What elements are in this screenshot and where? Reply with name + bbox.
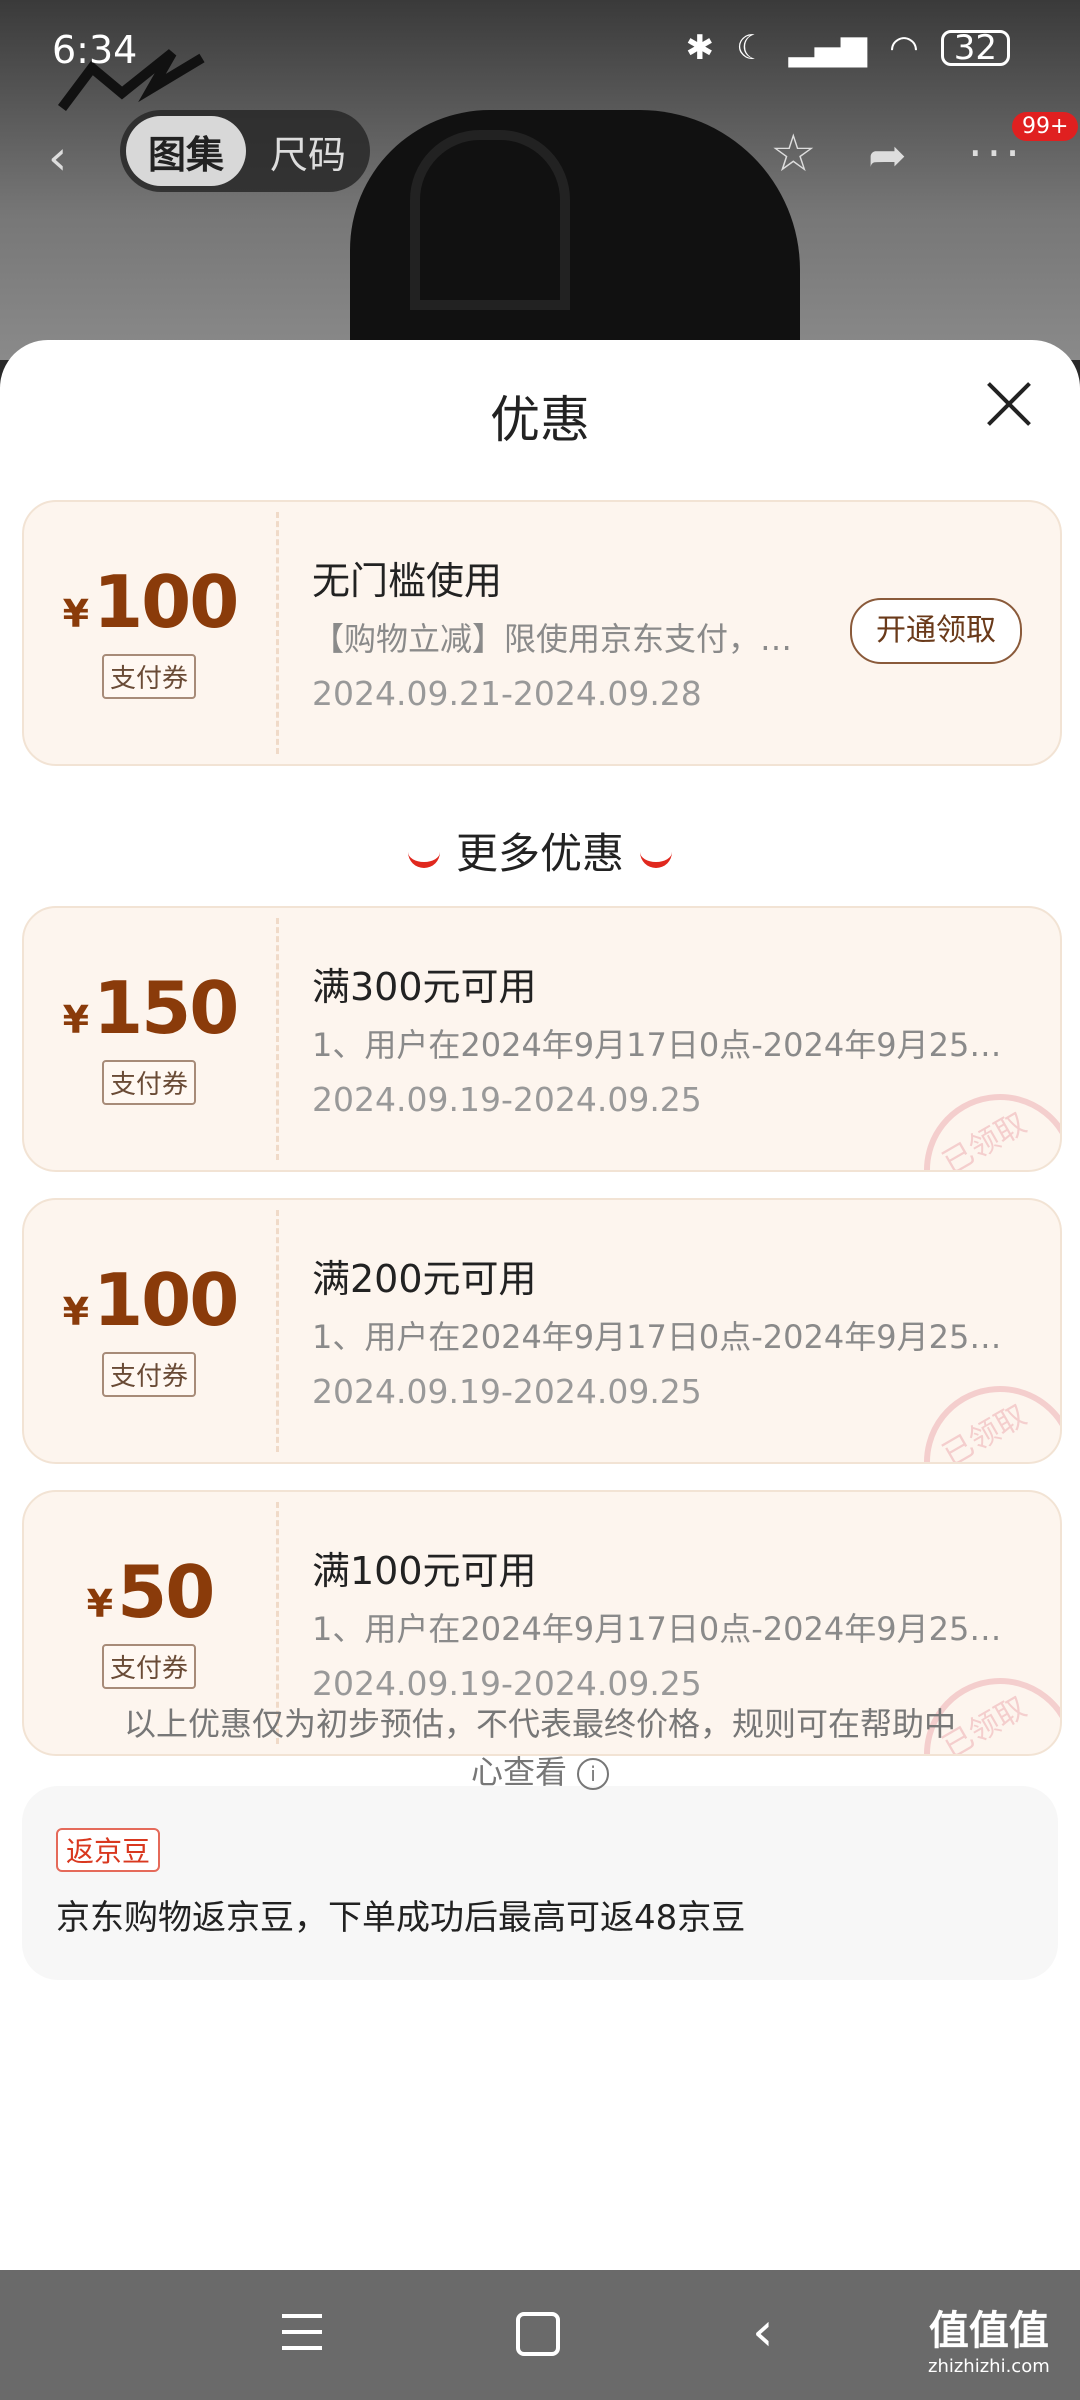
- home-icon[interactable]: [516, 2312, 560, 2356]
- coupon-amount: ¥150: [62, 966, 240, 1050]
- coupon-divider: [276, 1210, 279, 1452]
- coupon-description: 1、用户在2024年9月17日0点-2024年9月25日…: [312, 1026, 1032, 1064]
- coupon-divider: [276, 512, 279, 754]
- coupon-card: ¥100 支付券 满200元可用 1、用户在2024年9月17日0点-2024年…: [22, 1198, 1062, 1464]
- coupon-type-tag: 支付券: [102, 1644, 197, 1689]
- watermark: 值值值 zhizhizhi.com: [928, 2308, 1050, 2377]
- coupon-date-range: 2024.09.19-2024.09.25: [312, 1372, 702, 1411]
- product-top-bar: ‹ 图集 尺码 ☆ ➦ ··· 99+: [0, 110, 1080, 200]
- disclaimer-text: 以上优惠仅为初步预估，不代表最终价格，规则可在帮助中心查看 i: [123, 1705, 956, 1791]
- back-icon[interactable]: ‹: [48, 130, 67, 186]
- status-bar: 6:34 ✱ ☾ ▂▄▆ ◠ 32: [0, 0, 1080, 100]
- coupon-type-tag: 支付券: [102, 1060, 197, 1105]
- coupon-divider: [276, 918, 279, 1160]
- tab-gallery[interactable]: 图集: [126, 116, 246, 186]
- jd-beans-card: 返京豆 京东购物返京豆，下单成功后最高可返48京豆: [22, 1786, 1058, 1980]
- coupon-date-range: 2024.09.19-2024.09.25: [312, 1080, 702, 1119]
- status-time: 6:34: [52, 28, 138, 72]
- sheet-title: 优惠: [490, 391, 590, 449]
- wifi-icon: ◠: [889, 28, 919, 68]
- moon-icon: ☾: [736, 28, 767, 68]
- message-count-badge: 99+: [1012, 112, 1079, 141]
- tab-size[interactable]: 尺码: [246, 124, 370, 179]
- battery-icon: 32: [940, 30, 1010, 66]
- activate-claim-button[interactable]: 开通领取: [850, 598, 1022, 664]
- share-icon[interactable]: ➦: [868, 128, 907, 182]
- signal-icon: ▂▄▆: [788, 28, 868, 68]
- smile-right-icon: [640, 846, 672, 868]
- coupon-card: ¥150 支付券 满300元可用 1、用户在2024年9月17日0点-2024年…: [22, 906, 1062, 1172]
- jd-beans-tag: 返京豆: [56, 1828, 161, 1872]
- coupon-amount: ¥100: [62, 1258, 240, 1342]
- close-icon[interactable]: [984, 380, 1034, 430]
- claimed-stamp: 已领取: [896, 1358, 1060, 1462]
- coupon-type-tag: 支付券: [102, 654, 197, 699]
- discount-sheet: 优惠 ¥100 支付券 无门槛使用 【购物立减】限使用京东支付，… 2024.0…: [0, 340, 1080, 2270]
- menu-icon[interactable]: [282, 2314, 322, 2350]
- coupon-description: 1、用户在2024年9月17日0点-2024年9月25日…: [312, 1610, 1032, 1648]
- info-icon[interactable]: i: [577, 1758, 609, 1790]
- gallery-size-switch: 图集 尺码: [120, 110, 370, 192]
- coupon-condition: 满100元可用: [312, 1549, 537, 1593]
- system-nav-bar: ‹ 值值值 zhizhizhi.com: [0, 2270, 1080, 2400]
- coupon-description: 1、用户在2024年9月17日0点-2024年9月25日…: [312, 1318, 1032, 1356]
- more-discounts-heading: 更多优惠: [0, 820, 1080, 881]
- coupon-condition: 满200元可用: [312, 1257, 537, 1301]
- bluetooth-icon: ✱: [685, 28, 715, 68]
- jd-beans-text: 京东购物返京豆，下单成功后最高可返48京豆: [56, 1898, 746, 1938]
- smile-left-icon: [407, 846, 440, 868]
- coupon-condition: 满300元可用: [312, 965, 537, 1009]
- main-coupon-card: ¥100 支付券 无门槛使用 【购物立减】限使用京东支付，… 2024.09.2…: [22, 500, 1062, 766]
- favorite-star-icon[interactable]: ☆: [770, 124, 817, 184]
- claimed-stamp: 已领取: [896, 1066, 1060, 1170]
- coupon-condition: 无门槛使用: [312, 559, 503, 603]
- coupon-description: 【购物立减】限使用京东支付，…: [312, 620, 793, 658]
- coupon-date-range: 2024.09.21-2024.09.28: [312, 674, 702, 713]
- coupon-amount: ¥50: [86, 1550, 216, 1634]
- back-nav-icon[interactable]: ‹: [752, 2300, 774, 2363]
- coupon-amount: ¥100: [62, 560, 240, 644]
- coupon-type-tag: 支付券: [102, 1352, 197, 1397]
- coupon-date-range: 2024.09.19-2024.09.25: [312, 1664, 702, 1703]
